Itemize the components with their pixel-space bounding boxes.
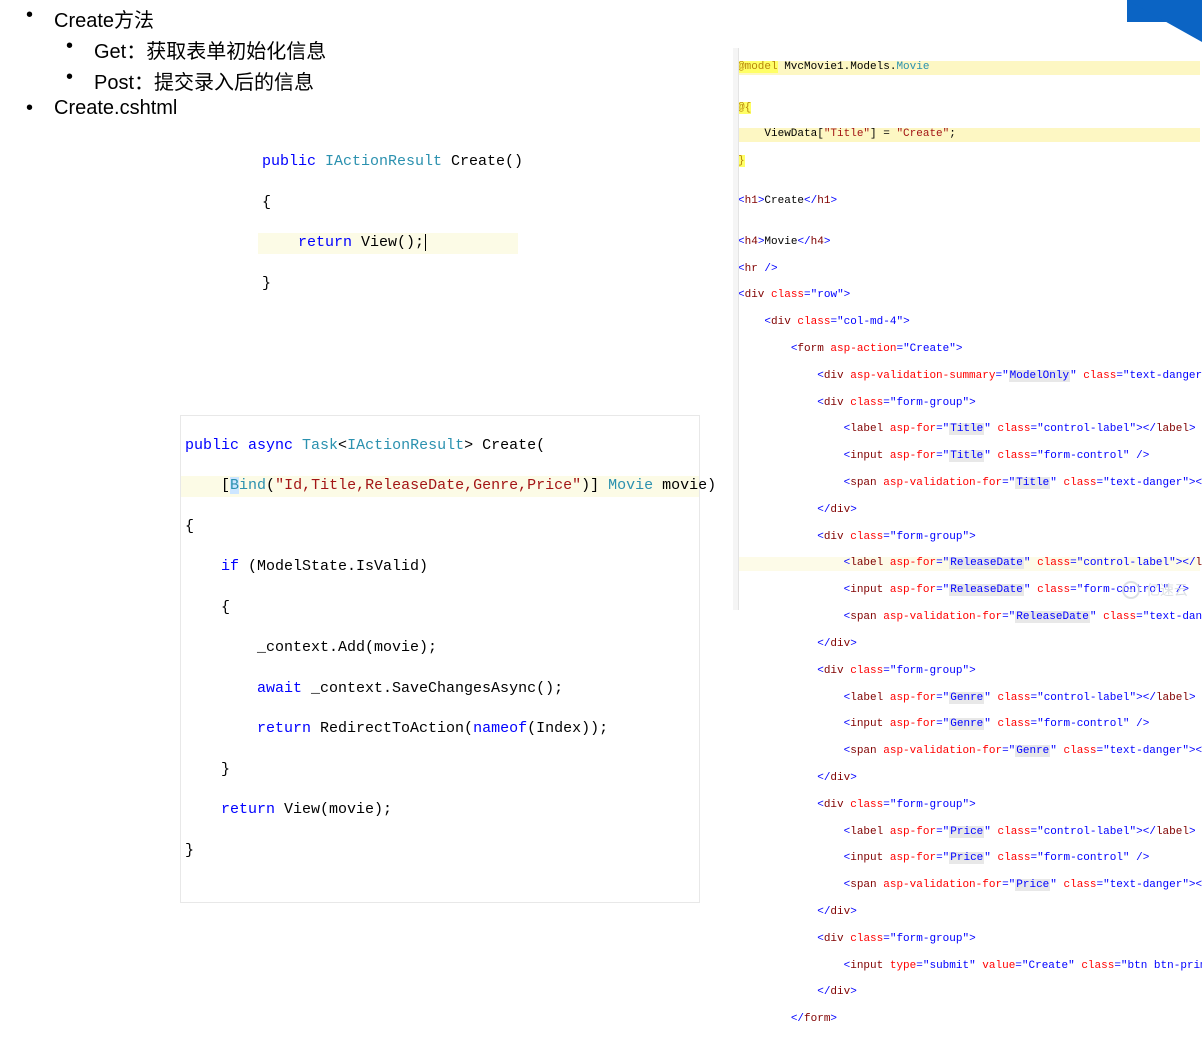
watermark: ∞ 亿速云 [1122,580,1188,600]
code-snippet-get: public IActionResult Create() { return V… [258,132,518,335]
bullet-create-method: •Create方法 [26,4,730,33]
code-snippet-post: public async Task<IActionResult> Create(… [180,415,700,903]
bullet-post: •Post：提交录入后的信息 [66,66,730,95]
bullet-get: •Get：获取表单初始化信息 [66,35,730,64]
code-snippet-razor: @model MvcMovie1.Models.Movie @{ ViewDat… [730,48,1200,1053]
cloud-icon: ∞ [1122,581,1140,599]
bullet-create-cshtml: •Create.cshtml [26,97,730,120]
